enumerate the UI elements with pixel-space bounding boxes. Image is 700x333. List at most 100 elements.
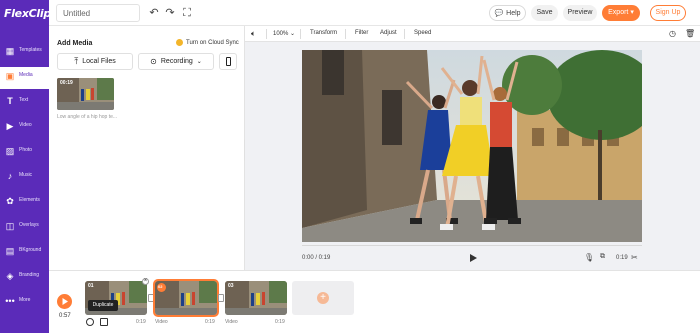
clip-number: 02 bbox=[158, 284, 163, 289]
current-time: 0:00 / 0:19 bbox=[302, 255, 331, 261]
close-icon[interactable]: × bbox=[142, 278, 149, 285]
overlays-icon: ◫ bbox=[5, 221, 15, 231]
recording-button[interactable]: ⊙ Recording ⌄ bbox=[138, 53, 214, 70]
thumbnail-caption: Low angle of a hip hop te... bbox=[57, 114, 118, 120]
photo-icon: ▨ bbox=[5, 146, 15, 156]
sidebar-item-music[interactable]: ♪ Music bbox=[0, 167, 49, 189]
timeline-play-button[interactable] bbox=[57, 294, 72, 309]
duplicate-icon[interactable] bbox=[100, 318, 108, 326]
sidebar-item-templates[interactable]: ▦ Templates bbox=[0, 42, 49, 64]
recording-label: Recording bbox=[160, 58, 193, 65]
logo-area: FlexClip bbox=[0, 0, 51, 26]
sidebar-item-label: Video bbox=[19, 122, 32, 128]
subtitle-icon[interactable]: ⧉ bbox=[600, 253, 605, 261]
elements-icon: ✿ bbox=[6, 196, 14, 206]
export-button[interactable]: Export ▾ bbox=[602, 5, 640, 21]
app-logo: FlexClip bbox=[4, 7, 51, 20]
video-icon: ▶ bbox=[6, 121, 14, 131]
clip-number: 03 bbox=[228, 283, 234, 289]
scene-duration: 0:19 bbox=[616, 255, 628, 261]
project-title-input[interactable]: Untitled bbox=[56, 4, 140, 22]
sidebar-item-label: Media bbox=[19, 72, 33, 78]
music-icon: ♪ bbox=[7, 171, 13, 181]
sidebar-item-overlays[interactable]: ◫ Overlays bbox=[0, 217, 49, 239]
timeline-clip-2[interactable]: 02 bbox=[153, 279, 219, 317]
background-icon: ▤ bbox=[5, 246, 15, 256]
sidebar-item-label: Elements bbox=[19, 197, 40, 203]
zoom-value: 100% bbox=[273, 31, 289, 37]
video-canvas[interactable] bbox=[302, 50, 642, 242]
redo-icon[interactable]: ↷ bbox=[163, 6, 177, 20]
record-icon: ⊙ bbox=[150, 57, 157, 66]
history-icon[interactable]: ◷ bbox=[669, 29, 676, 38]
video-frame-image bbox=[302, 50, 642, 242]
trash-icon[interactable]: 🗑︎ bbox=[685, 29, 695, 38]
sidebar-item-text[interactable]: T Text bbox=[0, 92, 49, 114]
local-files-button[interactable]: ⤒ Local Files bbox=[57, 53, 133, 70]
scissors-icon[interactable]: ✂ bbox=[631, 253, 638, 262]
sidebar-item-photo[interactable]: ▨ Photo bbox=[0, 142, 49, 164]
timeline-clip-3[interactable]: 03 bbox=[225, 281, 287, 315]
play-icon[interactable] bbox=[468, 253, 478, 263]
cloud-sync-label: Turn on Cloud Sync bbox=[186, 39, 239, 46]
sidebar-item-background[interactable]: ▤ BKground bbox=[0, 242, 49, 264]
transform-button[interactable]: Transform bbox=[310, 30, 337, 36]
transition-icon[interactable] bbox=[218, 294, 224, 302]
signup-button[interactable]: Sign Up bbox=[650, 5, 686, 21]
help-chat-icon: 💬 bbox=[494, 10, 504, 17]
fullscreen-icon[interactable]: ⛶ bbox=[180, 6, 194, 20]
sidebar-item-label: BKground bbox=[19, 247, 42, 253]
undo-icon[interactable]: ↶ bbox=[147, 6, 161, 20]
sidebar-item-branding[interactable]: ◈ Branding bbox=[0, 267, 49, 289]
toolbar-divider bbox=[266, 29, 267, 39]
phone-upload-button[interactable] bbox=[219, 53, 237, 70]
preview-button[interactable]: Preview bbox=[563, 5, 597, 21]
sidebar-item-video[interactable]: ▶ Video bbox=[0, 117, 49, 139]
cloud-icon bbox=[176, 39, 183, 46]
clip-number: 01 bbox=[88, 283, 94, 289]
plus-icon: + bbox=[317, 292, 329, 304]
local-files-label: Local Files bbox=[82, 58, 116, 65]
sidebar-item-more[interactable]: ••• More bbox=[0, 292, 49, 314]
sidebar-item-media[interactable]: ▣ Media bbox=[0, 67, 49, 89]
microphone-icon[interactable]: 🎙︎ bbox=[584, 253, 594, 262]
volume-icon[interactable]: 🔈︎ bbox=[251, 29, 256, 39]
add-scene-button[interactable]: + bbox=[292, 281, 354, 315]
sidebar-item-label: Overlays bbox=[19, 222, 39, 228]
filter-button[interactable]: Filter bbox=[355, 30, 368, 36]
panel-title: Add Media bbox=[57, 40, 93, 47]
sidebar-item-label: Music bbox=[19, 172, 33, 178]
help-button[interactable]: 💬 Help bbox=[489, 5, 526, 21]
save-button[interactable]: Save bbox=[531, 5, 558, 21]
more-icon: ••• bbox=[5, 296, 15, 306]
duplicate-tooltip: Duplicate bbox=[88, 300, 118, 311]
clip-thumbnail bbox=[225, 281, 287, 315]
sidebar-item-label: Photo bbox=[19, 147, 33, 153]
clip-type-label: Video bbox=[155, 319, 168, 325]
toolbar-divider bbox=[300, 29, 301, 39]
sidebar-item-label: Text bbox=[19, 97, 29, 103]
toolbar-divider bbox=[404, 29, 405, 39]
adjust-button[interactable]: Adjust bbox=[380, 30, 397, 36]
zoom-select[interactable]: 100% ⌄ bbox=[273, 30, 295, 37]
export-label: Export bbox=[608, 9, 629, 16]
clip-type-label: Video bbox=[225, 319, 238, 325]
branding-icon: ◈ bbox=[6, 271, 14, 281]
clip-duration: 0:19 bbox=[205, 319, 215, 325]
transition-icon[interactable] bbox=[148, 294, 154, 302]
clip-duration: 0:19 bbox=[275, 319, 285, 325]
sidebar-item-elements[interactable]: ✿ Elements bbox=[0, 192, 49, 214]
speed-button[interactable]: Speed bbox=[414, 30, 431, 36]
timeline-total-time: 0:57 bbox=[59, 313, 71, 319]
text-icon: T bbox=[7, 96, 13, 106]
playback-progress-bar[interactable] bbox=[302, 245, 642, 246]
phone-icon bbox=[225, 57, 231, 66]
chevron-down-icon: ⌄ bbox=[290, 31, 296, 37]
sidebar-item-label: Templates bbox=[19, 47, 42, 53]
sidebar-item-label: More bbox=[19, 297, 31, 303]
help-label: Help bbox=[506, 9, 521, 17]
clip-play-icon[interactable] bbox=[86, 318, 94, 326]
toolbar-divider bbox=[345, 29, 346, 39]
cloud-sync-link[interactable]: Turn on Cloud Sync bbox=[176, 39, 239, 46]
sidebar-item-label: Branding bbox=[19, 272, 40, 278]
